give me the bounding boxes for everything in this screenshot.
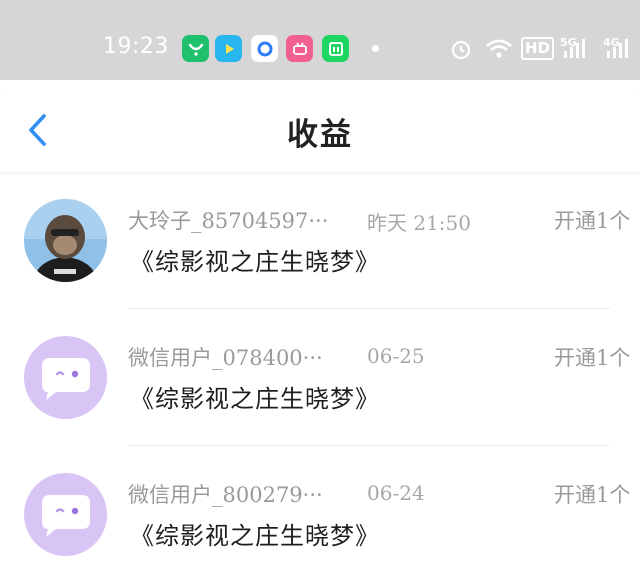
action-text: 开通1个 (554, 483, 631, 507)
username: 微信用户_078400··· (128, 346, 323, 370)
video-app-icon (215, 35, 242, 62)
action-text: 开通1个 (554, 346, 631, 370)
timestamp: 06-24 (367, 481, 425, 505)
username: 微信用户_800279··· (128, 483, 323, 507)
header: 收益 (0, 80, 640, 172)
list-item[interactable]: 大玲子_85704597··· 昨天 21:50 开通1个 《综影视之庄生晓梦》 (0, 172, 640, 309)
alarm-icon (449, 37, 473, 65)
content-title: 《综影视之庄生晓梦》 (130, 248, 380, 276)
browser-icon (251, 35, 278, 62)
notification-dot (372, 45, 379, 52)
timestamp: 06-25 (367, 344, 425, 368)
list-item[interactable]: 微信用户_078400··· 06-25 开通1个 《综影视之庄生晓梦》 (0, 309, 640, 446)
content-title: 《综影视之庄生晓梦》 (130, 522, 380, 550)
content-title: 《综影视之庄生晓梦》 (130, 385, 380, 413)
status-time: 19:23 (103, 34, 169, 59)
earnings-list: 大玲子_85704597··· 昨天 21:50 开通1个 《综影视之庄生晓梦》… (0, 172, 640, 572)
bilibili-icon (286, 35, 313, 62)
action-text: 开通1个 (554, 209, 631, 233)
wifi-icon (485, 38, 513, 64)
timestamp: 昨天 21:50 (367, 211, 471, 235)
hd-icon: HD (521, 37, 555, 60)
iqiyi-icon (322, 35, 349, 62)
list-item[interactable]: 微信用户_800279··· 06-24 开通1个 《综影视之庄生晓梦》 (0, 446, 640, 572)
chat-bubble-avatar (24, 473, 107, 556)
monkey-avatar (24, 199, 107, 282)
status-bar: 19:23 HD 5G 4G (0, 0, 640, 80)
chat-bubble-avatar (24, 336, 107, 419)
wechat-icon (182, 35, 209, 62)
page-title: 收益 (287, 117, 353, 153)
username: 大玲子_85704597··· (128, 209, 329, 233)
